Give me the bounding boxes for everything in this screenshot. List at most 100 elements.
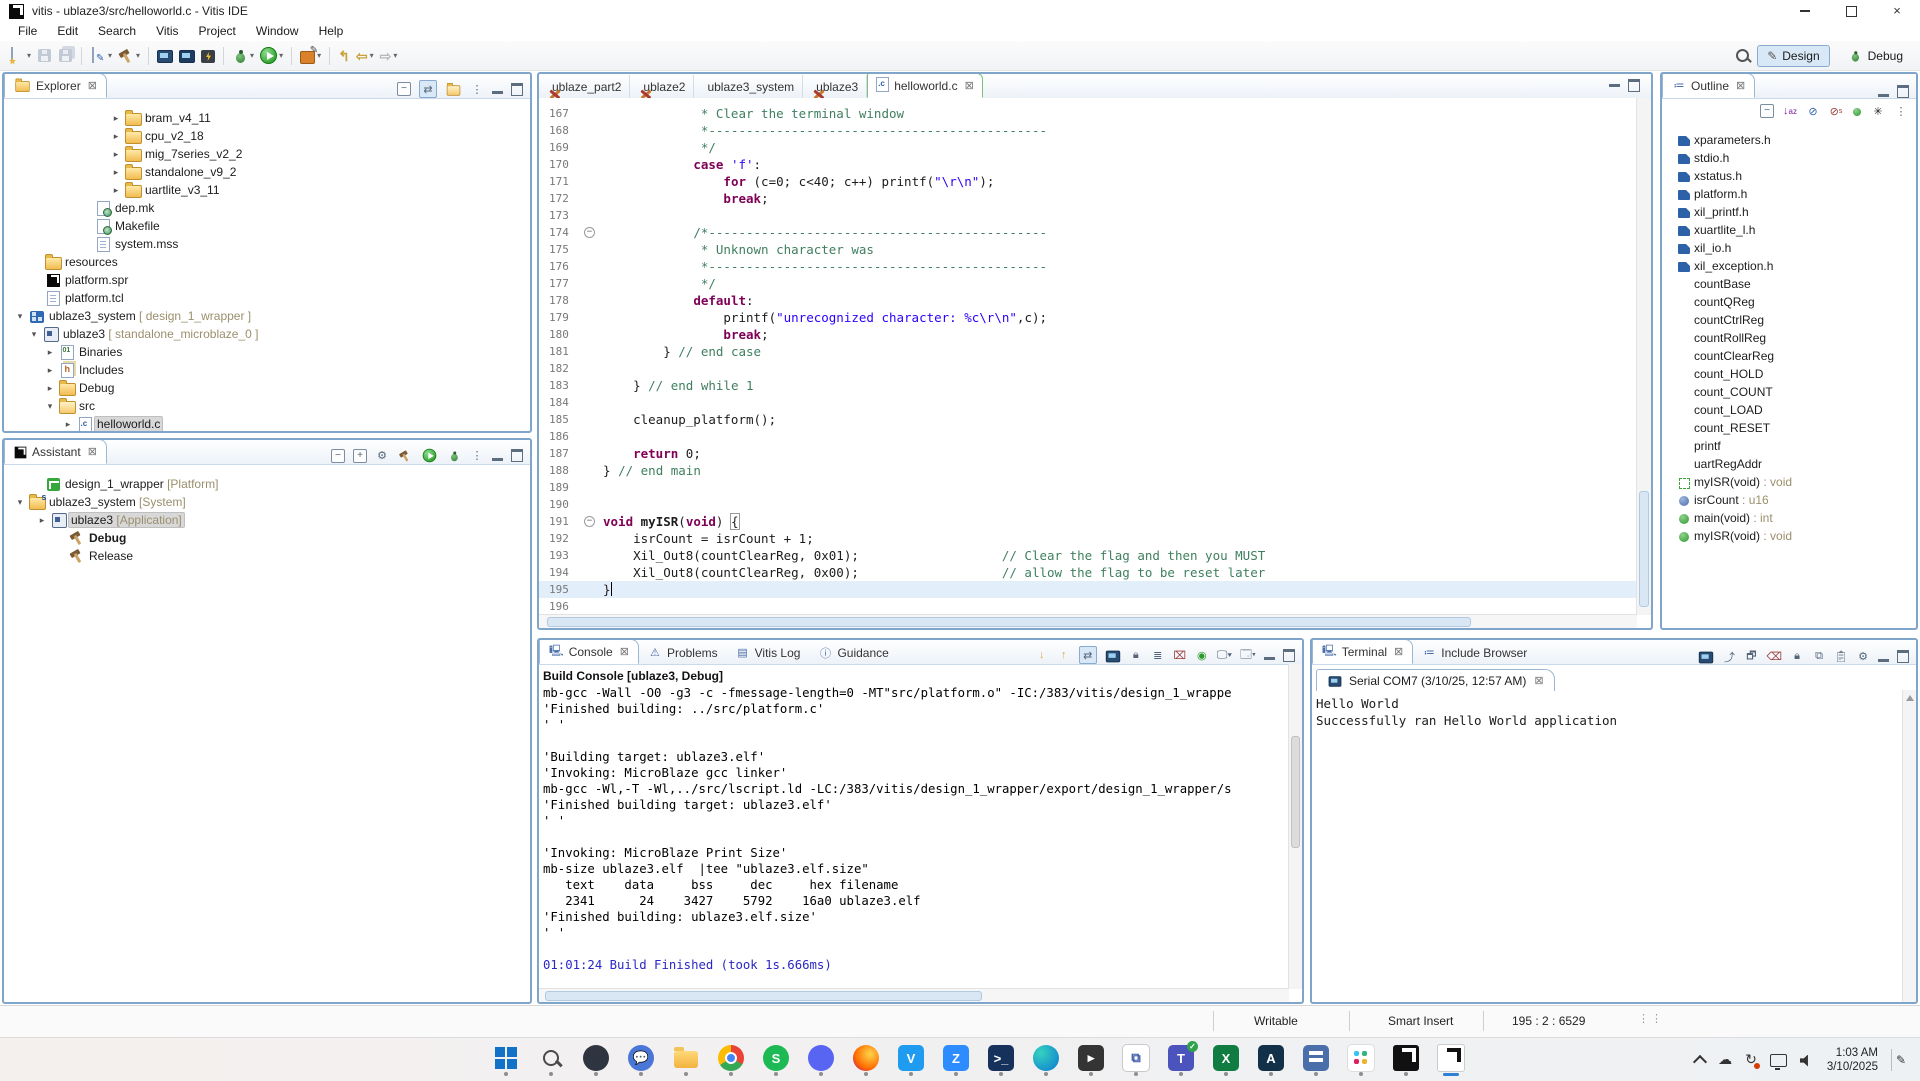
last-edit-location-button[interactable]: ↰ [335,45,353,67]
new-terminal-view-icon[interactable]: 🗗 [1744,650,1758,664]
tree-item-debug[interactable]: Debug [4,529,530,547]
maximize-view-icon[interactable] [1897,650,1909,663]
tab-outline[interactable]: ≔ Outline ⊠ [1662,73,1755,98]
view-menu-icon[interactable]: ⋮ [1894,104,1908,118]
settings-gear-icon[interactable]: ⚙ [375,449,389,463]
menu-window[interactable]: Window [246,22,309,41]
close-icon[interactable]: ⊠ [620,645,629,658]
new-button[interactable]: ▾ [6,45,34,67]
chevron-right-icon[interactable]: ▸ [60,419,76,430]
console-tab-console[interactable]: 🖳Console⊠ [539,639,639,664]
editor-horizontal-scrollbar[interactable] [539,614,1637,628]
menu-vitis[interactable]: Vitis [146,22,188,41]
terminal-output[interactable]: Hello WorldSuccessfully ran Hello World … [1312,691,1916,729]
outline-item-xuartlite-l-h[interactable]: xuartlite_l.h [1662,221,1916,239]
display-console-icon[interactable]: 🖵▾ [1217,648,1232,662]
tree-item-cpu-v2-18[interactable]: ▸cpu_v2_18 [4,127,530,145]
chevron-down-icon[interactable]: ▾ [26,329,42,340]
chevron-right-icon[interactable]: ▸ [108,167,124,178]
tree-item-bram-v4-11[interactable]: ▸bram_v4_11 [4,109,530,127]
chevron-right-icon[interactable]: ▸ [108,113,124,124]
hide-non-public-icon[interactable] [1853,108,1861,116]
perspective-design-button[interactable]: ✎ Design [1757,45,1829,67]
scroll-lock-icon[interactable]: 🔒︎ [1790,650,1804,664]
outline-item-countclearreg[interactable]: countClearReg [1662,347,1916,365]
collapse-all-icon[interactable]: − [1760,104,1774,118]
taskbar-icon-visio[interactable]: ⧉ [1122,1044,1150,1072]
terminal-settings-icon[interactable]: ⚙ [1856,650,1870,664]
editor-tab-ublaze3[interactable]: ublaze3 [803,75,867,98]
build-button[interactable]: ▾ [115,45,143,67]
fold-column[interactable]: − [583,224,597,241]
tree-item-includes[interactable]: ▸Includes [4,361,530,379]
code-editor[interactable]: 167 * Clear the terminal window168 *----… [539,98,1637,615]
minimize-editor-icon[interactable] [1609,84,1620,87]
maximize-button[interactable] [1828,0,1874,22]
close-icon[interactable]: ⊠ [965,79,974,92]
scrollbar-thumb[interactable] [547,617,1471,627]
chevron-right-icon[interactable]: ▸ [108,185,124,196]
outline-item-xil-exception-h[interactable]: xil_exception.h [1662,257,1916,275]
taskbar-icon-copilot[interactable] [582,1044,610,1072]
chevron-down-icon[interactable]: ▾ [12,311,28,322]
menu-edit[interactable]: Edit [47,22,88,41]
tray-overflow-icon[interactable] [1693,1054,1707,1068]
hide-local-types-icon[interactable]: ✳ [1871,104,1885,118]
console-tab-problems[interactable]: ⚠Problems [639,641,727,664]
taskbar-icon-affinity[interactable]: A [1257,1044,1285,1072]
outline-item-uartregaddr[interactable]: uartRegAddr [1662,455,1916,473]
paste-icon[interactable]: 📋︎ [1834,650,1848,664]
tree-item-standalone-v9-2[interactable]: ▸standalone_v9_2 [4,163,530,181]
tree-item-src[interactable]: ▾src [4,397,530,415]
link-with-editor-icon[interactable]: ⇄ [419,80,437,98]
outline-item-count-reset[interactable]: count_RESET [1662,419,1916,437]
pin-console-icon[interactable]: ◉ [1195,648,1209,662]
taskbar-icon-excel[interactable]: X [1212,1044,1240,1072]
tree-item-platform-spr[interactable]: platform.spr [4,271,530,289]
fold-collapse-icon[interactable]: − [584,227,595,238]
taskbar-icon-slack[interactable] [1347,1044,1375,1072]
outline-item-countctrlreg[interactable]: countCtrlReg [1662,311,1916,329]
maximize-editor-icon[interactable] [1628,79,1640,92]
back-button[interactable]: ⇦▾ [353,45,377,67]
close-button[interactable]: × [1874,0,1920,22]
tree-item-binaries[interactable]: ▸Binaries [4,343,530,361]
taskbar-icon-edge[interactable] [1032,1044,1060,1072]
chevron-right-icon[interactable]: ▸ [108,149,124,160]
sort-icon[interactable]: ↓az [1783,104,1797,118]
minimize-view-icon[interactable] [1878,94,1889,97]
forward-button[interactable]: ⇨▾ [377,45,401,67]
taskbar-icon-calculator[interactable] [1302,1044,1330,1072]
view-menu-icon[interactable]: ⋮ [470,449,484,463]
outline-item-count-count[interactable]: count_COUNT [1662,383,1916,401]
debug-button[interactable]: ▾ [229,45,257,67]
taskbar-icon-file-explorer[interactable] [672,1044,700,1072]
tree-item-release[interactable]: Release [4,547,530,565]
taskbar-icon-vscode[interactable]: V [897,1044,925,1072]
search-icon[interactable] [1736,49,1749,62]
hide-static-icon[interactable]: ⊘s [1829,104,1843,118]
taskbar-icon-spotify[interactable]: S [762,1044,790,1072]
taskbar-icon-start[interactable] [492,1044,520,1072]
taskbar-icon-teams[interactable]: T✓ [1167,1044,1195,1072]
outline-item-xil-printf-h[interactable]: xil_printf.h [1662,203,1916,221]
outline-item-countrollreg[interactable]: countRollReg [1662,329,1916,347]
serial-session-tab[interactable]: Serial COM7 (3/10/25, 12:57 AM) ⊠ [1316,669,1555,691]
taskbar-icon-vitis-white[interactable] [1437,1044,1465,1072]
onedrive-cloud-icon[interactable]: ☁ [1718,1051,1732,1068]
editor-tab-ublaze-part2[interactable]: ublaze_part2 [539,75,630,98]
minimize-view-icon[interactable] [1264,657,1275,660]
menu-help[interactable]: Help [309,22,354,41]
debug-icon[interactable] [450,450,459,461]
console-vertical-scrollbar[interactable] [1288,664,1302,989]
show-next-console-icon[interactable]: ⇄ [1079,646,1097,664]
outline-item-isrcount[interactable]: isrCount : u16 [1662,491,1916,509]
close-icon[interactable]: ⊠ [1394,645,1403,658]
taskbar-icon-teams-chat[interactable]: 💬 [627,1044,655,1072]
perspective-debug-button[interactable]: Debug [1838,45,1912,67]
save-button[interactable] [34,45,55,67]
minimize-view-icon[interactable] [492,91,503,94]
menu-file[interactable]: File [8,22,47,41]
terminal-scrollbar[interactable] [1902,690,1916,1002]
close-icon[interactable]: ⊠ [88,445,97,458]
